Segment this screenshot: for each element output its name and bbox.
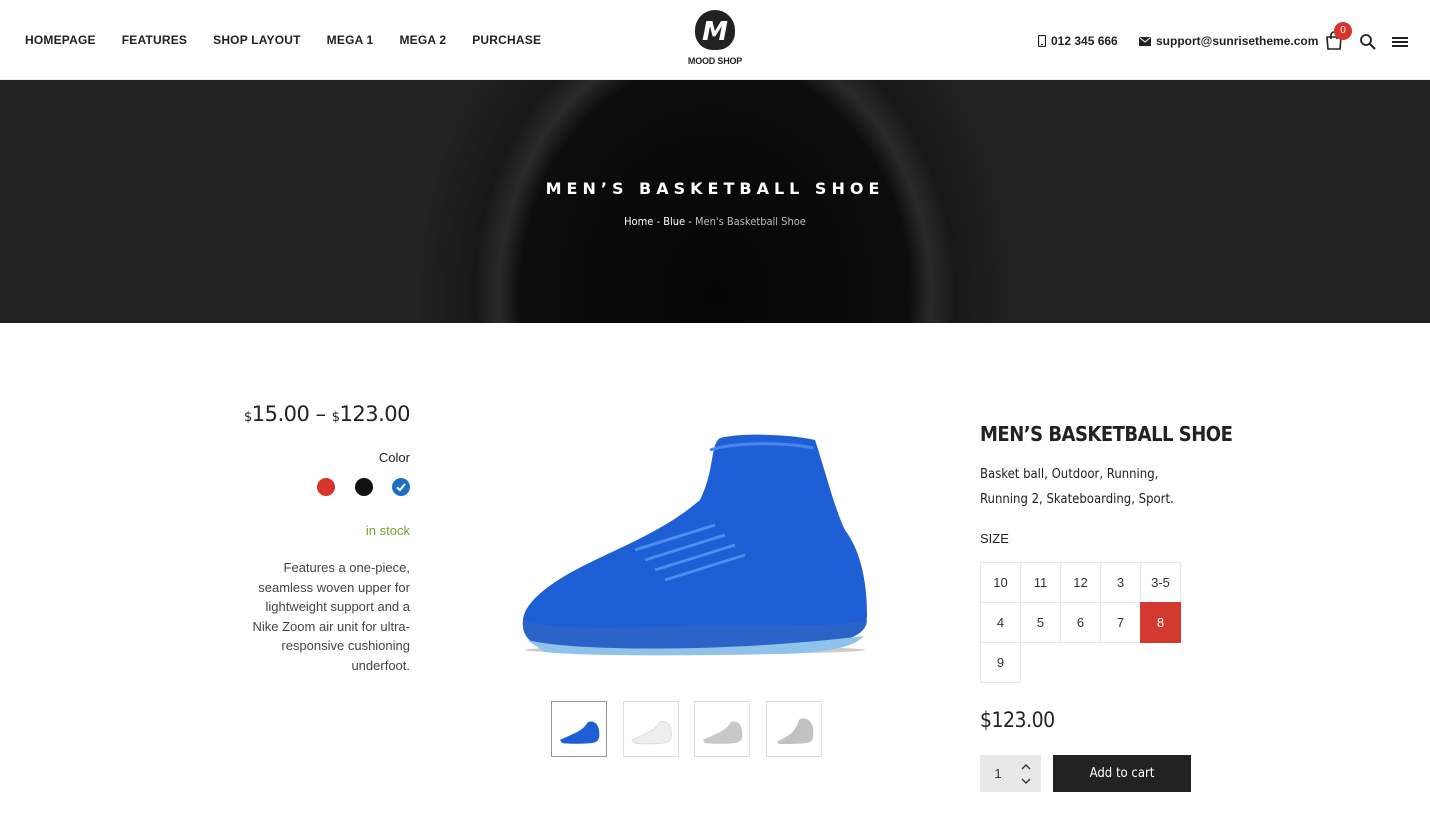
product-price: $123.00: [980, 708, 1055, 732]
color-swatch-black[interactable]: [355, 478, 373, 496]
size-option[interactable]: 6: [1060, 602, 1101, 643]
thumbnail-blue[interactable]: [551, 701, 607, 757]
product-title: MEN’S BASKETBALL SHOE: [980, 422, 1233, 446]
phone-icon: [1038, 35, 1046, 47]
size-option[interactable]: 3-5: [1140, 562, 1181, 603]
phone-number: 012 345 666: [1051, 34, 1118, 48]
thumbnail-grey[interactable]: [694, 701, 750, 757]
size-option[interactable]: 9: [980, 642, 1021, 683]
size-grid: 10 11 12 3 3-5 4 5 6 7 8 9: [980, 562, 1181, 683]
thumbnail-white[interactable]: [623, 701, 679, 757]
size-option-selected[interactable]: 8: [1140, 602, 1181, 643]
size-label: SIZE: [980, 531, 1009, 546]
thumbnail-image: [560, 721, 600, 744]
quantity-value[interactable]: 1: [980, 766, 1016, 781]
add-to-cart-button[interactable]: Add to cart: [1053, 755, 1191, 792]
logo-mark: M: [695, 10, 735, 50]
logo-name: MOOD SHOP: [687, 56, 743, 66]
color-label: Color: [378, 450, 410, 465]
nav-shop-layout[interactable]: SHOP LAYOUT: [213, 33, 301, 47]
nav-mega-1[interactable]: MEGA 1: [327, 33, 374, 47]
breadcrumb-blue[interactable]: Blue: [663, 215, 685, 228]
size-option[interactable]: 4: [980, 602, 1021, 643]
check-icon: [396, 483, 406, 492]
menu-icon[interactable]: [1390, 32, 1410, 52]
price-range: $15.00 – $123.00: [243, 402, 411, 426]
size-option[interactable]: 7: [1100, 602, 1141, 643]
site-logo[interactable]: M MOOD SHOP: [686, 10, 744, 72]
nav-features[interactable]: FEATURES: [122, 33, 187, 47]
page-hero: MEN’S BASKETBALL SHOE Home - Blue - Men'…: [0, 80, 1430, 323]
breadcrumb-current: Men's Basketball Shoe: [694, 215, 806, 228]
search-icon[interactable]: [1358, 32, 1378, 52]
cart-count-badge: 0: [1334, 22, 1352, 40]
product-image: [522, 434, 867, 656]
size-option[interactable]: 3: [1100, 562, 1141, 603]
nav-purchase[interactable]: PURCHASE: [472, 33, 541, 47]
color-swatch-red[interactable]: [317, 478, 335, 496]
site-header: HOMEPAGE FEATURES SHOP LAYOUT MEGA 1 MEG…: [0, 0, 1430, 80]
thumbnail-image: [631, 721, 672, 745]
color-swatch-blue[interactable]: [392, 478, 410, 496]
size-option[interactable]: 10: [980, 562, 1021, 603]
thumbnail-image: [777, 718, 814, 744]
stock-status: in stock: [365, 523, 410, 538]
header-email[interactable]: support@sunrisetheme.com: [1139, 34, 1318, 48]
product-tags: Basket ball, Outdoor, Running, Running 2…: [980, 467, 1174, 507]
breadcrumb: Home - Blue - Men's Basketball Shoe: [624, 215, 806, 228]
main-nav: HOMEPAGE FEATURES SHOP LAYOUT MEGA 1 MEG…: [25, 33, 541, 47]
stepper-arrows-icon[interactable]: [1016, 761, 1036, 787]
thumbnail-silver[interactable]: [766, 701, 822, 757]
thumbnail-image: [703, 721, 743, 744]
mail-icon: [1139, 36, 1151, 46]
breadcrumb-home[interactable]: Home: [624, 215, 653, 228]
size-option[interactable]: 11: [1020, 562, 1061, 603]
quantity-stepper[interactable]: 1: [980, 755, 1041, 792]
size-option[interactable]: 5: [1020, 602, 1061, 643]
size-option[interactable]: 12: [1060, 562, 1101, 603]
product-description: Features a one-piece, seamless woven upp…: [252, 560, 411, 673]
header-phone[interactable]: 012 345 666: [1038, 34, 1118, 48]
email-address: support@sunrisetheme.com: [1156, 34, 1319, 48]
nav-mega-2[interactable]: MEGA 2: [399, 33, 446, 47]
nav-homepage[interactable]: HOMEPAGE: [25, 33, 96, 47]
page-title: MEN’S BASKETBALL SHOE: [545, 179, 885, 198]
